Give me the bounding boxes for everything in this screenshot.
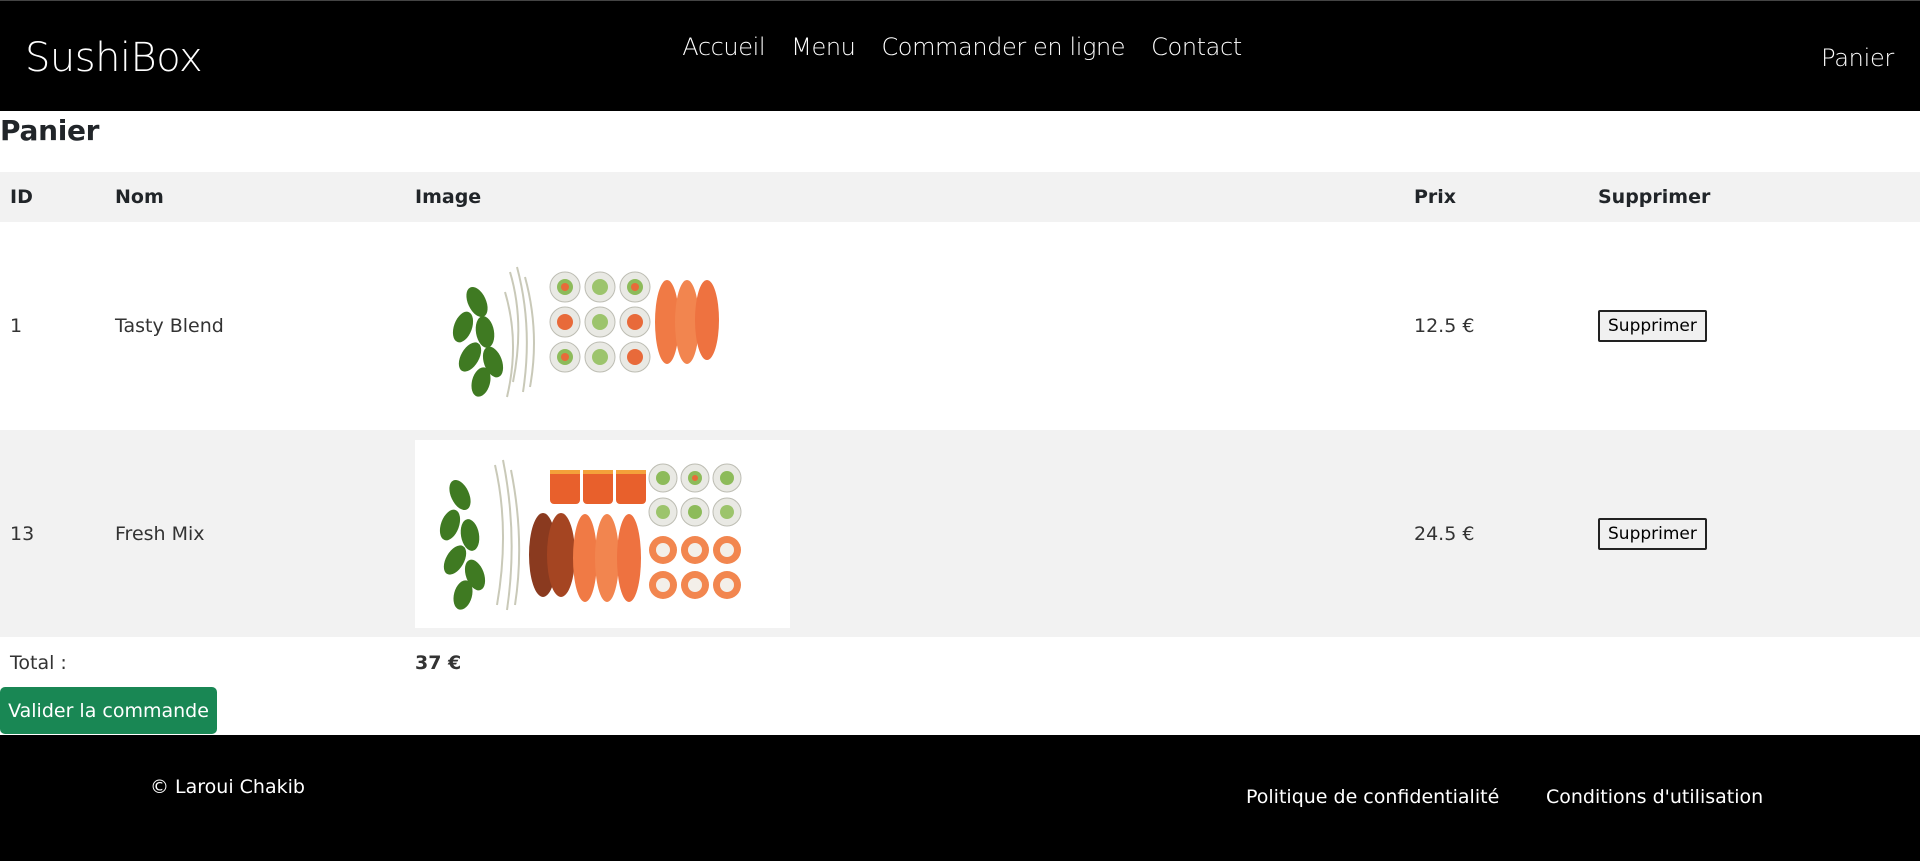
delete-button[interactable]: Supprimer xyxy=(1598,517,1707,550)
cell-id: 1 xyxy=(10,315,23,337)
nav-menu[interactable]: Menu xyxy=(791,33,856,61)
header-id: ID xyxy=(10,186,33,208)
terms-of-use-link[interactable]: Conditions d'utilisation xyxy=(1546,786,1763,808)
header-image: Image xyxy=(415,186,482,208)
cart-link[interactable]: Panier xyxy=(1821,44,1894,72)
total-row: Total : 37 € xyxy=(0,637,1920,689)
nav-accueil[interactable]: Accueil xyxy=(682,33,765,61)
table-row: 1 Tasty Blend 12.5 € Supprimer xyxy=(0,222,1920,430)
nav-contact[interactable]: Contact xyxy=(1151,33,1242,61)
cart-table: ID Nom Image Prix Supprimer 1 Tasty Blen… xyxy=(0,172,1920,689)
header-supprimer: Supprimer xyxy=(1598,186,1711,208)
cell-supprimer: Supprimer xyxy=(1588,222,1920,430)
delete-button[interactable]: Supprimer xyxy=(1598,310,1707,342)
cell-id: 13 xyxy=(10,522,35,545)
page-title: Panier xyxy=(0,114,100,147)
nav-commander-en-ligne[interactable]: Commander en ligne xyxy=(881,33,1125,61)
table-row: 13 Fresh Mix 24.5 € Supprimer xyxy=(0,430,1920,637)
header-nom: Nom xyxy=(115,186,164,208)
cell-prix: 24.5 € xyxy=(1414,522,1475,545)
cell-nom: Fresh Mix xyxy=(115,522,205,545)
product-image-tasty-blend xyxy=(415,232,790,420)
table-header-row: ID Nom Image Prix Supprimer xyxy=(0,172,1920,222)
validate-order-button[interactable]: Valider la commande xyxy=(0,687,217,734)
header-prix: Prix xyxy=(1414,186,1457,208)
copyright-text: © Laroui Chakib xyxy=(150,776,305,798)
cell-image xyxy=(405,430,1404,637)
total-value: 37 € xyxy=(415,652,462,674)
site-header: SushiBox Accueil Menu Commander en ligne… xyxy=(0,0,1920,111)
total-label: Total : xyxy=(10,652,67,674)
cell-image xyxy=(405,222,1404,430)
site-footer: © Laroui Chakib Politique de confidentia… xyxy=(0,735,1920,861)
cell-supprimer: Supprimer xyxy=(1588,430,1920,637)
privacy-policy-link[interactable]: Politique de confidentialité xyxy=(1246,786,1499,808)
cell-prix: 12.5 € xyxy=(1414,315,1475,337)
main-nav: Accueil Menu Commander en ligne Contact xyxy=(0,33,1920,61)
product-image-fresh-mix xyxy=(415,439,790,628)
cell-nom: Tasty Blend xyxy=(115,315,224,337)
